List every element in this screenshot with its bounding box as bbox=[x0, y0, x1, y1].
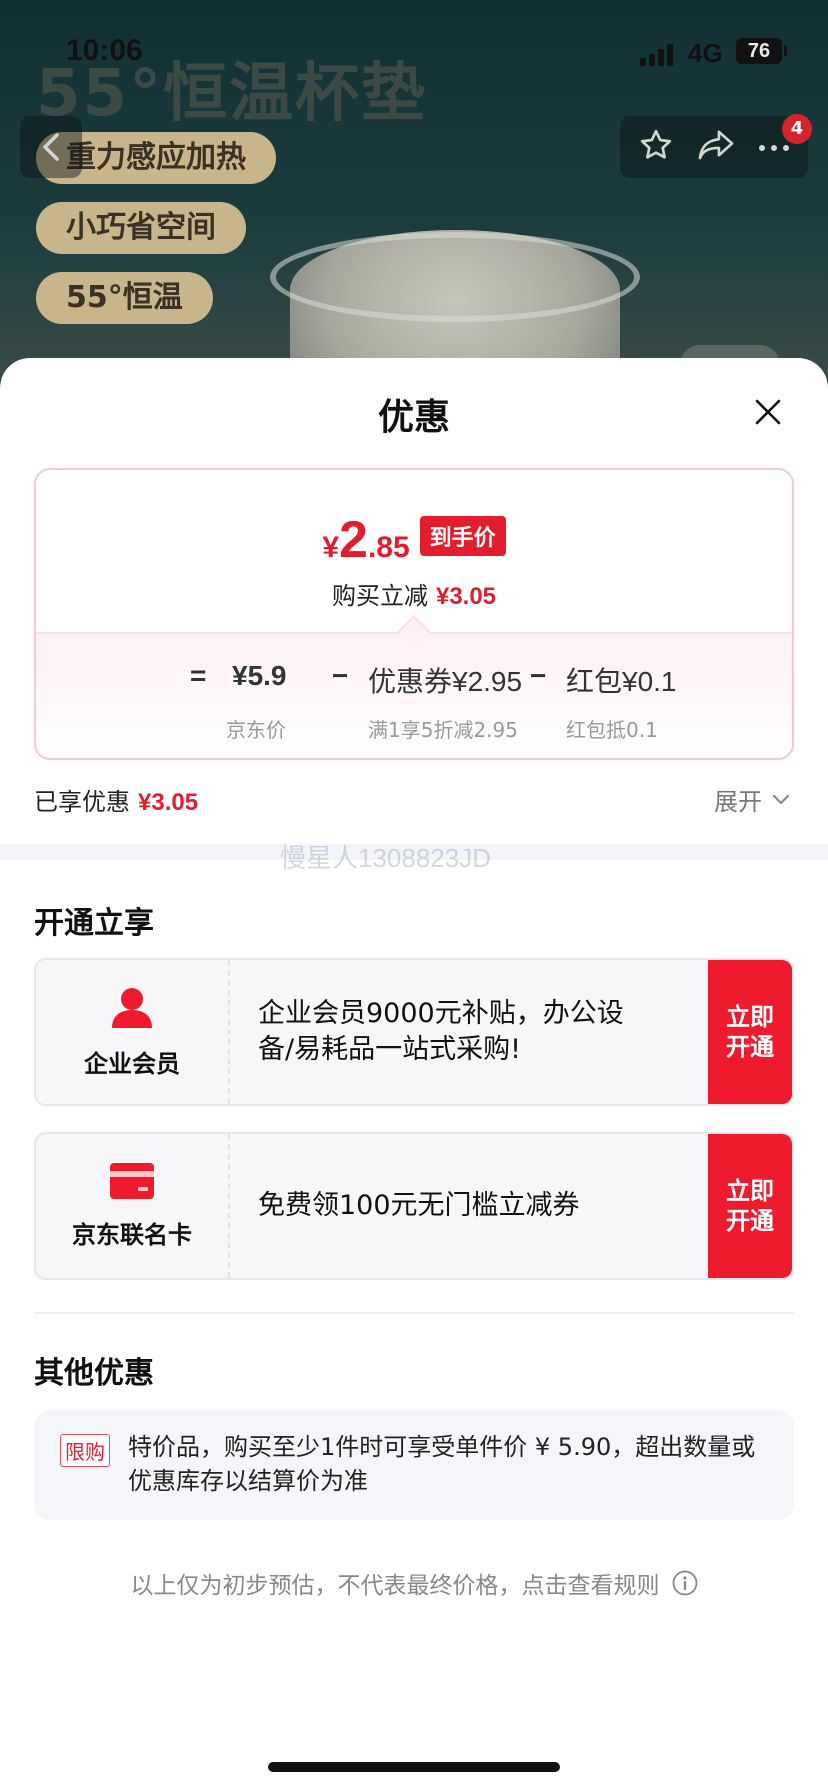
sheet-title: 优惠 bbox=[377, 397, 450, 438]
base-price: ¥5.9 bbox=[232, 660, 287, 691]
status-time: 10:06 bbox=[66, 34, 143, 67]
price-breakdown-card: ¥2.85 到手价 购买立减 ¥3.05 = ¥5.9 − 优惠券¥2.95 − 红… bbox=[34, 468, 794, 760]
enjoyed-label: 已享优惠 bbox=[34, 788, 130, 816]
minus-sign-2: − bbox=[530, 660, 547, 691]
redpacket-amount: 红包¥0.1 bbox=[566, 666, 677, 697]
expand-toggle[interactable]: 展开 bbox=[714, 782, 790, 817]
rules-note-text: 以上仅为初步预估，不代表最终价格，点击查看规则 bbox=[130, 1573, 660, 1599]
activate-button-enterprise[interactable]: 立即开通 bbox=[708, 960, 792, 1104]
info-icon bbox=[672, 1570, 697, 1596]
promo-name-enterprise: 企业会员 bbox=[84, 1049, 180, 1078]
promo-card-cobrand[interactable]: 京东联名卡 免费领100元无门槛立减券 立即开通 bbox=[34, 1132, 794, 1280]
price-equation: = ¥5.9 − 优惠券¥2.95 − 红包¥0.1 京东价 满1享5折减2.9… bbox=[36, 632, 792, 758]
coupon-label: 满1享5折减2.95 bbox=[368, 718, 518, 742]
watermark: 慢星人1308823JD bbox=[280, 843, 491, 873]
final-price-tag: 到手价 bbox=[419, 516, 506, 556]
promo-desc-enterprise: 企业会员9000元补贴，办公设备/易耗品一站式采购! bbox=[258, 998, 624, 1065]
close-icon bbox=[755, 399, 781, 425]
final-price-decimal: .85 bbox=[367, 531, 410, 564]
instant-reduction-value: ¥3.05 bbox=[435, 583, 497, 610]
activate-button-cobrand[interactable]: 立即开通 bbox=[708, 1134, 792, 1278]
expand-label: 展开 bbox=[714, 788, 762, 816]
instant-reduction-label: 购买立减 bbox=[331, 582, 428, 610]
equals-sign: = bbox=[190, 660, 207, 691]
base-price-label: 京东价 bbox=[226, 718, 286, 742]
product-image-rim bbox=[270, 232, 640, 322]
chevron-down-icon bbox=[772, 794, 790, 804]
credit-card-icon bbox=[110, 1162, 154, 1199]
promo-name-cobrand: 京东联名卡 bbox=[72, 1220, 192, 1249]
open-section-title: 开通立享 bbox=[34, 906, 154, 941]
share-button[interactable] bbox=[697, 128, 735, 166]
final-price-integer: 2 bbox=[339, 511, 368, 569]
other-section-title: 其他优惠 bbox=[34, 1356, 154, 1391]
promo-desc-cobrand: 免费领100元无门槛立减券 bbox=[258, 1190, 580, 1221]
cart-badge: 4 bbox=[782, 114, 812, 144]
more-icon bbox=[759, 144, 790, 151]
coupon-amount: 优惠券¥2.95 bbox=[368, 666, 523, 697]
battery-icon: 76 bbox=[736, 38, 787, 64]
final-price: ¥2.85 到手价 bbox=[36, 510, 792, 570]
home-indicator bbox=[268, 1762, 560, 1772]
person-icon bbox=[112, 987, 152, 1028]
back-button[interactable] bbox=[20, 116, 82, 178]
enjoyed-discount: 已享优惠 ¥3.05 bbox=[34, 782, 198, 817]
minus-sign-1: − bbox=[332, 660, 349, 691]
status-bar: 10:06 4G 76 bbox=[0, 0, 828, 96]
instant-reduction: 购买立减 ¥3.05 bbox=[36, 576, 792, 611]
signal-icon bbox=[640, 42, 680, 66]
star-icon bbox=[640, 129, 671, 159]
rules-link[interactable]: 以上仅为初步预估，不代表最终价格，点击查看规则 bbox=[0, 1566, 828, 1600]
more-button[interactable] bbox=[758, 138, 790, 157]
other-discount-text: 特价品，购买至少1件时可享受单件价 ¥ 5.90，超出数量或优惠库存以结算价为准 bbox=[128, 1433, 756, 1495]
network-type: 4G bbox=[688, 38, 723, 68]
feature-pill-3: 55°恒温 bbox=[36, 272, 213, 324]
redpacket-label: 红包抵0.1 bbox=[566, 718, 658, 742]
top-actions bbox=[620, 116, 808, 178]
enjoyed-value: ¥3.05 bbox=[138, 789, 199, 816]
feature-pill-2: 小巧省空间 bbox=[36, 202, 246, 254]
close-button[interactable] bbox=[746, 390, 790, 434]
share-icon bbox=[698, 130, 734, 160]
discount-sheet: 优惠 ¥2.85 到手价 购买立减 ¥3.05 = ¥5.9 − 优惠券¥2.95 … bbox=[0, 358, 828, 1792]
promo-card-enterprise[interactable]: 企业会员 企业会员9000元补贴，办公设备/易耗品一站式采购! 立即开通 bbox=[34, 958, 794, 1106]
favorite-button[interactable] bbox=[638, 127, 674, 167]
final-price-currency: ¥ bbox=[322, 531, 340, 564]
chevron-left-icon bbox=[43, 133, 59, 161]
other-discount-item: 限购 特价品，购买至少1件时可享受单件价 ¥ 5.90，超出数量或优惠库存以结算… bbox=[34, 1410, 794, 1520]
limit-tag: 限购 bbox=[60, 1434, 110, 1467]
divider-line bbox=[34, 1312, 794, 1314]
